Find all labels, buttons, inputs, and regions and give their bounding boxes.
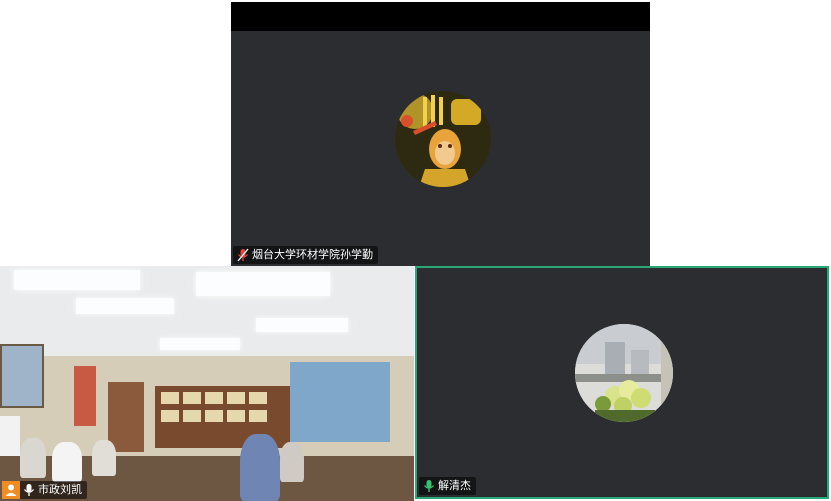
participant-tile-top[interactable]: 烟台大学环材学院孙学勤: [231, 2, 650, 266]
meeting-attendee: [20, 438, 46, 478]
participant-avatar: [575, 324, 673, 422]
participant-tile-video[interactable]: 市政刘凯: [0, 266, 414, 501]
ceiling-light: [256, 318, 348, 332]
participant-name: 市政刘凯: [38, 483, 82, 496]
flowers-window-avatar-image: [575, 324, 673, 422]
ceiling-light: [160, 338, 240, 350]
meeting-attendee: [92, 440, 116, 476]
room-door: [108, 382, 144, 452]
meeting-attendee: [280, 442, 304, 482]
participant-tile-active-speaker[interactable]: 解清杰: [415, 266, 829, 499]
room-board: [0, 416, 20, 456]
video-header-bar: [231, 2, 650, 31]
participant-name-tag: 市政刘凯: [2, 481, 87, 499]
window-curtain: [290, 362, 390, 442]
meeting-attendee: [240, 434, 280, 501]
participant-name: 解清杰: [438, 479, 471, 492]
mic-muted-icon[interactable]: [237, 248, 249, 262]
ceiling-light: [196, 272, 330, 296]
meeting-attendee: [52, 442, 82, 482]
room-window: [0, 344, 44, 408]
mic-icon[interactable]: [23, 483, 35, 497]
mic-active-icon[interactable]: [423, 479, 435, 493]
ceiling-light: [76, 298, 174, 314]
participant-name: 烟台大学环材学院孙学勤: [252, 248, 373, 261]
user-badge-icon: [2, 481, 20, 499]
ceiling-light: [14, 270, 140, 290]
monkey-king-avatar-image: [395, 91, 491, 187]
participant-avatar: [395, 91, 491, 187]
participant-name-tag: 烟台大学环材学院孙学勤: [233, 246, 378, 264]
participant-name-tag: 解清杰: [419, 477, 476, 495]
wall-poster: [74, 366, 96, 426]
